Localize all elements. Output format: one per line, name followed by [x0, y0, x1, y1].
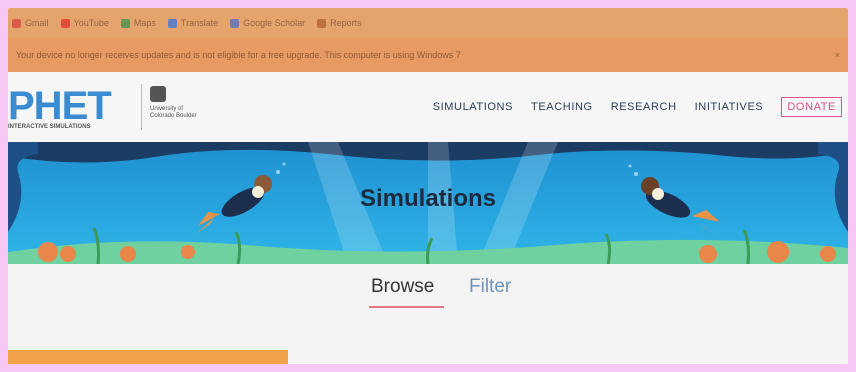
phet-logo[interactable]: PHET INTERACTIVE SIMULATIONS — [8, 84, 138, 130]
logo-divider — [141, 84, 142, 130]
main-nav: SIMULATIONS TEACHING RESEARCH INITIATIVE… — [433, 72, 848, 142]
nav-simulations[interactable]: SIMULATIONS — [433, 101, 513, 113]
reports-icon — [317, 18, 327, 28]
maps-icon — [120, 18, 130, 28]
browser-screen: Gmail YouTube Maps Translate Google Scho… — [8, 8, 848, 364]
bookmark-reports[interactable]: Reports — [317, 18, 362, 28]
update-notice-bar: Your device no longer receives updates a… — [8, 38, 848, 72]
logo-ph: PH — [8, 84, 63, 128]
view-tabs: Browse Filter — [8, 264, 848, 364]
nav-initiatives[interactable]: INITIATIVES — [695, 101, 764, 113]
scholar-icon — [230, 18, 240, 28]
logo-subtitle: INTERACTIVE SIMULATIONS — [8, 124, 91, 130]
bookmark-youtube[interactable]: YouTube — [60, 18, 109, 28]
active-tab-indicator — [369, 306, 444, 308]
bottom-strip — [8, 350, 288, 364]
site-header: PHET INTERACTIVE SIMULATIONS University … — [8, 72, 848, 143]
bookmark-maps[interactable]: Maps — [120, 18, 156, 28]
cu-boulder-logo[interactable]: University of Colorado Boulder — [150, 86, 198, 120]
simulations-banner: Simulations — [8, 142, 848, 264]
bookmarks-bar: Gmail YouTube Maps Translate Google Scho… — [8, 8, 848, 38]
youtube-icon — [60, 18, 70, 28]
donate-button[interactable]: DONATE — [781, 97, 842, 117]
cu-buffalo-icon — [150, 86, 166, 102]
translate-icon — [167, 18, 177, 28]
cu-boulder-text: University of Colorado Boulder — [150, 106, 197, 119]
bookmark-scholar[interactable]: Google Scholar — [230, 18, 305, 28]
bookmark-translate[interactable]: Translate — [167, 18, 218, 28]
tab-browse[interactable]: Browse — [371, 276, 434, 298]
page-title: Simulations — [359, 185, 497, 212]
update-notice-text: Your device no longer receives updates a… — [16, 50, 461, 60]
nav-teaching[interactable]: TEACHING — [531, 101, 593, 113]
gmail-icon — [12, 18, 21, 28]
tab-filter[interactable]: Filter — [469, 276, 511, 298]
close-icon[interactable]: × — [835, 50, 840, 60]
nav-research[interactable]: RESEARCH — [611, 101, 677, 113]
logo-et: ET — [61, 84, 112, 128]
bookmark-gmail[interactable]: Gmail — [12, 18, 49, 28]
